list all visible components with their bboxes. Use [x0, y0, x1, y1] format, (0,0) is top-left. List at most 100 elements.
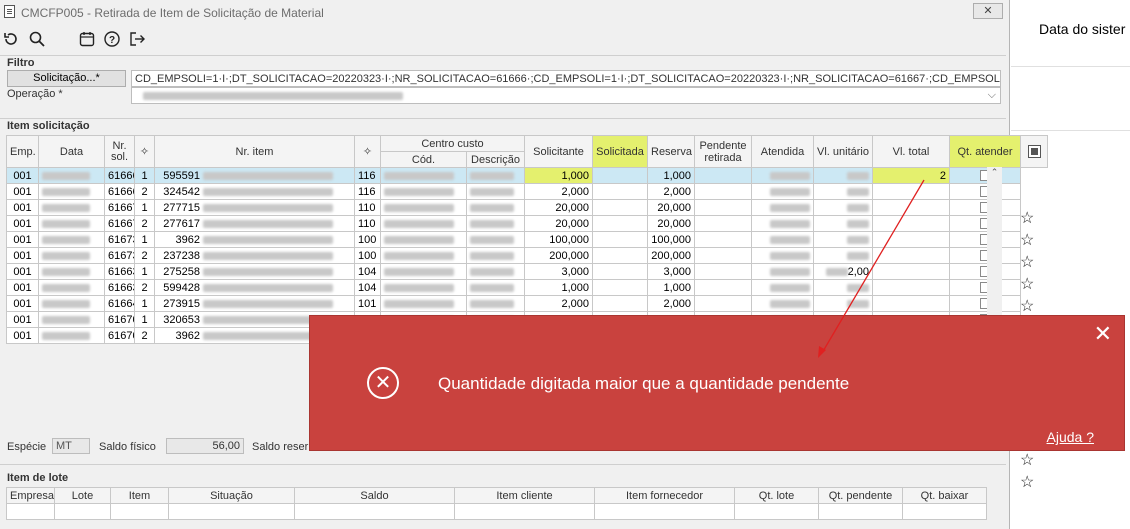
cell-select[interactable]: [949, 167, 1021, 184]
star-icon[interactable]: ☆: [1020, 274, 1034, 294]
lote-col-6[interactable]: Item fornecedor: [594, 487, 735, 504]
divider: [0, 55, 1006, 56]
lote-col-9[interactable]: Qt. baixar: [902, 487, 987, 504]
table-row[interactable]: 001 616661595591 116 1,000 1,000 2: [6, 167, 1048, 184]
lote-col-2[interactable]: Item: [110, 487, 169, 504]
col-cod[interactable]: Cód.: [380, 151, 467, 168]
cell-qt-atender[interactable]: [872, 279, 950, 296]
star-icon[interactable]: ☆: [1020, 252, 1034, 272]
redacted-text: [384, 203, 454, 212]
cell-qt-atender[interactable]: [872, 295, 950, 312]
col-descricao[interactable]: Descrição: [466, 151, 525, 168]
solicitacao-field[interactable]: CD_EMPSOLI=1·I·;DT_SOLICITACAO=20220323·…: [131, 70, 1001, 87]
lote-col-8[interactable]: Qt. pendente: [818, 487, 903, 504]
cell-select[interactable]: [949, 231, 1021, 248]
redacted-text: [203, 251, 334, 260]
cell-select[interactable]: [949, 199, 1021, 216]
cell-select[interactable]: [949, 263, 1021, 280]
redacted-text: [770, 251, 810, 260]
select-all-checkbox[interactable]: [1020, 135, 1048, 168]
lote-empty-cell[interactable]: [6, 503, 55, 520]
star-icon[interactable]: ☆: [1020, 230, 1034, 250]
exit-icon[interactable]: [127, 30, 147, 50]
cell-select[interactable]: [949, 183, 1021, 200]
table-row[interactable]: 001 616671277715 110 20,000 20,000: [6, 199, 1048, 216]
table-row[interactable]: 001 616641273915 101 2,000 2,000: [6, 295, 1048, 312]
cell-select[interactable]: [949, 295, 1021, 312]
col-pendente-retirada[interactable]: Pendente retirada: [694, 135, 752, 168]
cell-seq: 2: [134, 279, 155, 296]
cell-qt-atender[interactable]: [872, 183, 950, 200]
lote-col-3[interactable]: Situação: [168, 487, 295, 504]
help-icon[interactable]: ?: [102, 30, 122, 50]
table-row[interactable]: 001 6167313962 100 100,000 100,000: [6, 231, 1048, 248]
close-icon[interactable]: ✕: [1094, 321, 1112, 347]
col-emp[interactable]: Emp.: [6, 135, 39, 168]
refresh-icon[interactable]: [1, 30, 21, 50]
divider: [0, 464, 1006, 465]
redacted-text: [384, 187, 454, 196]
filtro-label: Filtro: [7, 57, 35, 69]
cell-qt-atender[interactable]: [872, 199, 950, 216]
table-row[interactable]: 001 616662324542 116 2,000 2,000: [6, 183, 1048, 200]
lote-col-1[interactable]: Lote: [54, 487, 111, 504]
lote-empty-cell[interactable]: [168, 503, 295, 520]
cell-select[interactable]: [949, 279, 1021, 296]
cell-qt-atender[interactable]: [872, 263, 950, 280]
table-row[interactable]: 001 616672277617 110 20,000 20,000: [6, 215, 1048, 232]
cell-qt-atender[interactable]: 2: [872, 167, 950, 184]
cell-qt-atender[interactable]: [872, 247, 950, 264]
lote-empty-cell[interactable]: [454, 503, 595, 520]
search-icon[interactable]: [27, 30, 47, 50]
col-atendida[interactable]: Atendida: [751, 135, 814, 168]
col-solicitada[interactable]: Solicitada: [592, 135, 648, 168]
col-nr-sol[interactable]: Nr. sol.: [104, 135, 135, 168]
star-icon[interactable]: ☆: [1020, 208, 1034, 228]
window-close-button[interactable]: ✕: [973, 3, 1003, 19]
lote-col-5[interactable]: Item cliente: [454, 487, 595, 504]
cell-qt-atender[interactable]: [872, 231, 950, 248]
lote-empty-cell[interactable]: [294, 503, 455, 520]
col-qt-atender[interactable]: Qt. atender: [949, 135, 1021, 168]
lote-col-7[interactable]: Qt. lote: [734, 487, 819, 504]
lote-empty-cell[interactable]: [902, 503, 987, 520]
help-link[interactable]: Ajuda ?: [1047, 429, 1094, 445]
calendar-icon[interactable]: [77, 30, 97, 50]
lote-empty-cell[interactable]: [110, 503, 169, 520]
redacted-text: [470, 299, 514, 308]
col-reserva[interactable]: Reserva: [647, 135, 695, 168]
star-icon[interactable]: ☆: [1020, 296, 1034, 316]
cell-select[interactable]: [949, 247, 1021, 264]
sort-icon[interactable]: ✧: [134, 135, 155, 168]
table-row[interactable]: 001 616732237238 100 200,000 200,000: [6, 247, 1048, 264]
cell-emp: 001: [6, 215, 39, 232]
operacao-select[interactable]: ⌵: [131, 87, 1001, 104]
col-solicitante[interactable]: Solicitante: [524, 135, 593, 168]
sort-icon[interactable]: ✧: [354, 135, 381, 168]
lote-empty-cell[interactable]: [594, 503, 735, 520]
cell-vl-unitario: [751, 295, 814, 312]
star-icon[interactable]: ☆: [1020, 472, 1034, 492]
cell-qt-atender[interactable]: [872, 215, 950, 232]
lote-col-0[interactable]: Empresa: [6, 487, 55, 504]
lote-empty-cell[interactable]: [818, 503, 903, 520]
col-data[interactable]: Data: [38, 135, 105, 168]
lote-empty-cell[interactable]: [54, 503, 111, 520]
cell-nr-item: 275258: [154, 263, 355, 280]
redacted-text: [847, 299, 869, 308]
cell-select[interactable]: [949, 215, 1021, 232]
table-row[interactable]: 001 616632599428 104 1,000 1,000: [6, 279, 1048, 296]
cell-reserva: [592, 295, 648, 312]
solicitacao-button[interactable]: Solicitação...*: [7, 70, 126, 87]
col-vl-total[interactable]: Vl. total: [872, 135, 950, 168]
redacted-text: [203, 299, 334, 308]
scroll-up-icon[interactable]: ⌃: [987, 167, 1002, 178]
table-row[interactable]: 001 616631275258 104 3,000 3,000 2,00: [6, 263, 1048, 280]
star-icon[interactable]: ☆: [1020, 450, 1034, 470]
lote-empty-cell[interactable]: [734, 503, 819, 520]
col-centro-custo[interactable]: Centro custo: [380, 135, 525, 152]
col-vl-unitario[interactable]: Vl. unitário: [813, 135, 873, 168]
lote-col-4[interactable]: Saldo: [294, 487, 455, 504]
col-nr-item[interactable]: Nr. item: [154, 135, 355, 168]
cell-seq: 1: [134, 263, 155, 280]
